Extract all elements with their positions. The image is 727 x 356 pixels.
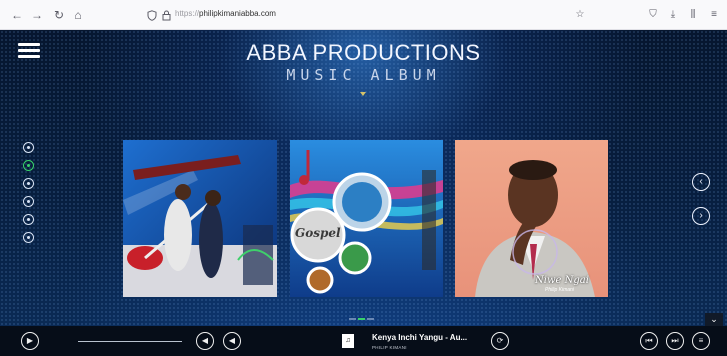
home-icon[interactable] [23, 142, 34, 153]
play-icon: ▶ [26, 336, 34, 345]
track-title: Kenya Inchi Yangu - Au... [372, 333, 468, 342]
album-card-2[interactable]: Gospel [290, 140, 443, 297]
carousel-next-button[interactable]: › [692, 207, 710, 225]
chat-icon[interactable] [23, 196, 34, 207]
skip-previous-icon: ⏮ [645, 336, 653, 345]
bookmark-star-icon[interactable]: ☆ [573, 8, 587, 22]
skip-next-icon: ⏭ [671, 336, 679, 345]
chevron-left-icon: ‹ [699, 176, 703, 187]
carousel-prev-button[interactable]: ‹ [692, 173, 710, 191]
carousel-dot-2[interactable] [358, 318, 365, 320]
carousel-dot-1[interactable] [349, 318, 356, 320]
scroll-down-button[interactable]: ⌄ [705, 313, 723, 326]
tracking-shield-icon[interactable] [147, 10, 157, 21]
speaker-icon: ◀ [201, 336, 209, 345]
volume-down-button[interactable]: ◀ [196, 332, 214, 350]
caret-down-icon[interactable] [360, 92, 366, 96]
site-subtitle: MUSIC ALBUM [286, 66, 441, 84]
album-card-1[interactable] [123, 140, 277, 297]
site-title: ABBA PRODUCTIONS [246, 40, 481, 65]
play-button[interactable]: ▶ [21, 332, 39, 350]
reload-icon[interactable]: ↻ [52, 8, 66, 22]
sidebar-nav [23, 142, 37, 250]
album-thumb-icon: ♫ [342, 334, 354, 348]
album-card-3[interactable]: Niwe Ngai Philip Kimani [455, 140, 608, 297]
gospel-label: Gospel [295, 226, 341, 240]
shuffle-icon: ⟳ [496, 336, 504, 345]
user-icon[interactable] [23, 178, 34, 189]
album-title-label: Niwe Ngai [535, 275, 589, 286]
url-scheme: https:// [175, 9, 200, 18]
next-track-button[interactable]: ⏭ [666, 332, 684, 350]
arrow-left-icon[interactable]: ← [10, 8, 24, 22]
url-host: philipkimaniabba.com [199, 9, 276, 18]
carousel-dots [349, 307, 376, 325]
previous-track-button[interactable]: ⏮ [640, 332, 658, 350]
artist-duo-guitar-album-art [123, 140, 277, 297]
music-icon[interactable] [23, 160, 34, 171]
mute-button[interactable]: ◀ [223, 332, 241, 350]
music-album-page: ABBA PRODUCTIONS MUSIC ALBUM Gospel Niwe… [0, 30, 727, 326]
home-icon[interactable]: ⌂ [71, 8, 85, 22]
progress-bar[interactable] [78, 341, 182, 342]
album-artist-label: Philip Kimani [545, 287, 574, 293]
audio-player: ▶ ◀ ◀ ♫ Kenya Inchi Yangu - Au... PHILIP… [0, 326, 727, 356]
chevron-down-icon: ⌄ [710, 314, 718, 324]
library-icon[interactable]: ⫼ [686, 8, 700, 22]
mail-icon[interactable] [23, 214, 34, 225]
menu-icon[interactable]: ≡ [707, 8, 721, 22]
address-bar[interactable]: https://philipkimaniabba.com [135, 7, 595, 24]
playlist-icon: ≡ [698, 336, 704, 345]
download-icon[interactable]: ⤓ [666, 8, 680, 22]
gospel-music-album-art [290, 140, 443, 297]
lock-icon[interactable] [162, 10, 171, 21]
shuffle-button[interactable]: ⟳ [491, 332, 509, 350]
speaker-mute-icon: ◀ [228, 336, 236, 345]
chevron-right-icon: › [699, 210, 703, 221]
url-text: https://philipkimaniabba.com [175, 9, 276, 18]
carousel-dot-3[interactable] [367, 318, 374, 320]
circle-icon[interactable] [23, 232, 34, 243]
arrow-right-icon[interactable]: → [30, 8, 44, 22]
track-artist: PHILIP KIMANI [372, 345, 407, 350]
artist-portrait-album-art [455, 140, 608, 297]
pocket-icon[interactable]: ⛉ [646, 8, 660, 22]
browser-toolbar: ← → ↻ ⌂ https://philipkimaniabba.com ☆ ⛉… [0, 0, 727, 30]
playlist-button[interactable]: ≡ [692, 332, 710, 350]
